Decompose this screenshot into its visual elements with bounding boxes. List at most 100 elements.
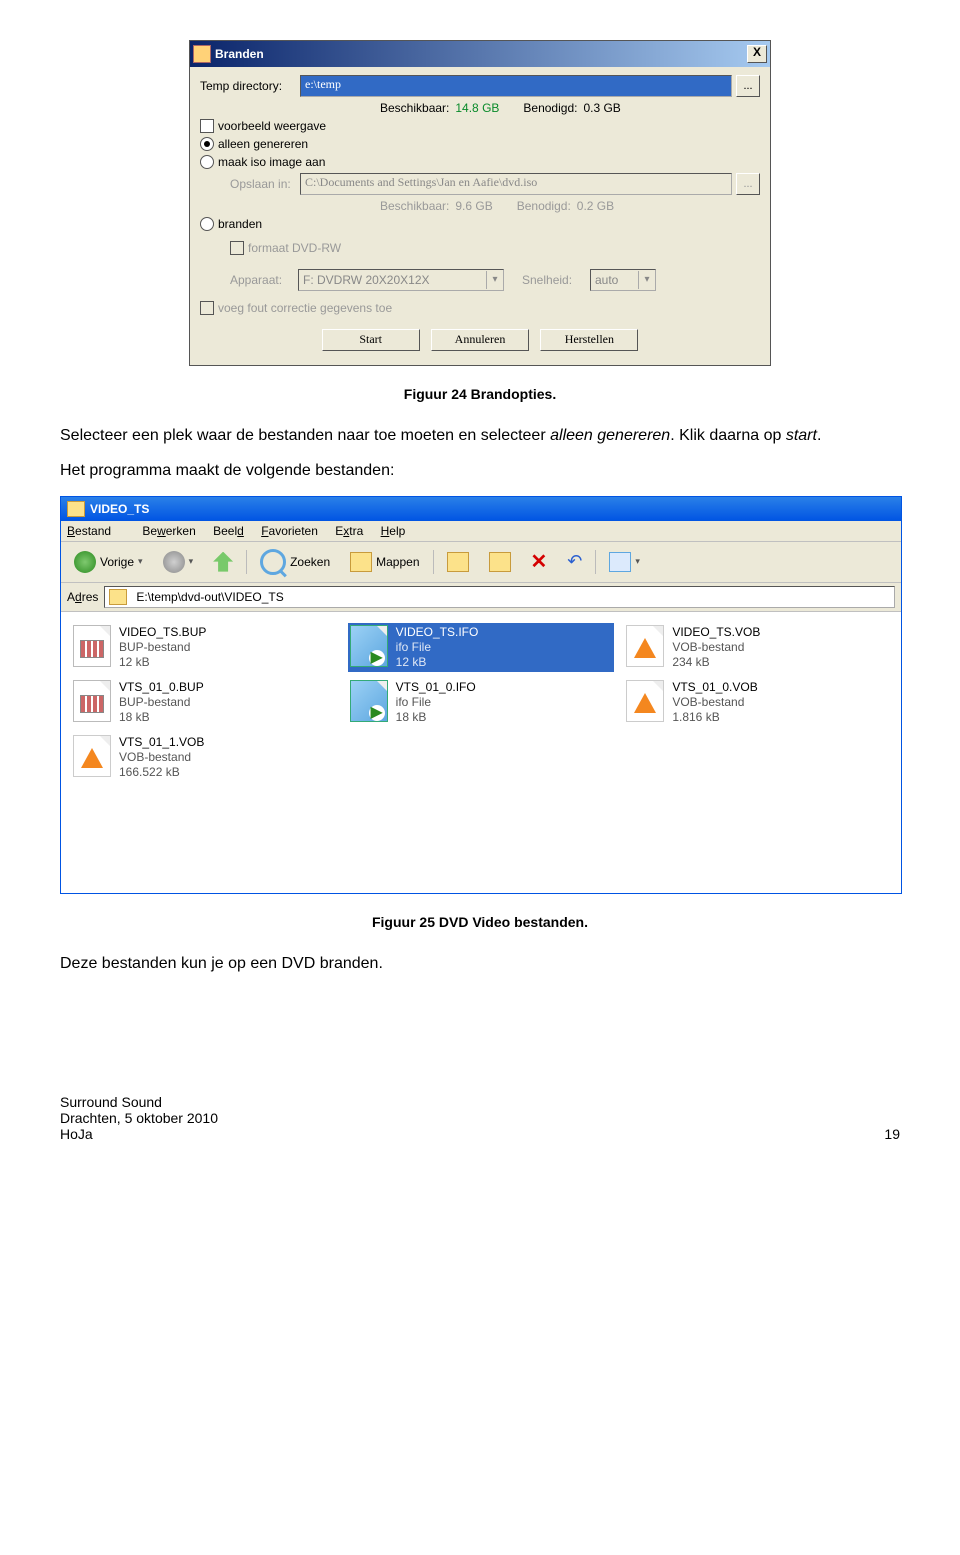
menu-extra[interactable]: Extra: [335, 524, 363, 538]
chevron-down-icon: ▾: [189, 556, 194, 567]
paragraph-1: Selecteer een plek waar de bestanden naa…: [60, 426, 900, 447]
temp-dir-input[interactable]: e:\temp: [300, 75, 732, 97]
file-type: VOB-bestand: [119, 750, 204, 765]
menu-favorites[interactable]: Favorieten: [261, 524, 318, 538]
format-dvdrw-checkbox: [230, 241, 244, 255]
close-button[interactable]: X: [747, 45, 767, 63]
chevron-down-icon: ▾: [138, 556, 143, 567]
make-iso-label: maak iso image aan: [218, 155, 325, 169]
file-item[interactable]: VTS_01_1.VOBVOB-bestand166.522 kB: [71, 733, 338, 782]
file-size: 18 kB: [396, 710, 476, 725]
addressbar: Adres E:\temp\dvd-out\VIDEO_TS: [61, 583, 901, 612]
file-type: VOB-bestand: [672, 695, 757, 710]
views-button[interactable]: ▾: [602, 549, 647, 575]
file-name: VIDEO_TS.BUP: [119, 625, 206, 640]
file-size: 1.816 kB: [672, 710, 757, 725]
explorer-window: VIDEO_TS Bestanddocument.currentScript.p…: [60, 496, 902, 894]
toolbar-separator: [595, 550, 596, 574]
save-in-label: Opslaan in:: [230, 177, 300, 191]
figure-caption-24: Figuur 24 Brandopties.: [60, 386, 900, 402]
menu-file[interactable]: Bestanddocument.currentScript.previousEl…: [67, 524, 125, 538]
speed-value: auto: [595, 273, 618, 287]
file-name: VTS_01_0.IFO: [396, 680, 476, 695]
required-value: 0.3 GB: [583, 101, 620, 115]
menu-help[interactable]: Help: [381, 524, 406, 538]
make-iso-radio[interactable]: [200, 155, 214, 169]
menubar: Bestanddocument.currentScript.previousEl…: [61, 521, 901, 542]
ecc-label: voeg fout correctie gegevens toe: [218, 301, 392, 315]
folders-icon: [350, 552, 372, 572]
search-button[interactable]: Zoeken: [253, 546, 337, 578]
forward-icon: [163, 551, 185, 573]
explorer-title: VIDEO_TS: [90, 502, 149, 516]
bup-file-icon: [73, 625, 111, 667]
chevron-down-icon: ▾: [635, 556, 640, 567]
preview-checkbox[interactable]: [200, 119, 214, 133]
generate-only-radio[interactable]: [200, 137, 214, 151]
vob-file-icon: [626, 625, 664, 667]
file-type: BUP-bestand: [119, 640, 206, 655]
burn-options-dialog: Branden X Temp directory: e:\temp ... Be…: [189, 40, 771, 366]
menu-edit[interactable]: Bewerken: [142, 524, 195, 538]
format-dvdrw-label: formaat DVD-RW: [248, 241, 341, 255]
folder-copy-icon: [489, 552, 511, 572]
bup-file-icon: [73, 680, 111, 722]
delete-button[interactable]: ✕: [524, 546, 555, 577]
folder-icon: [67, 501, 85, 517]
menu-view[interactable]: Beeld: [213, 524, 244, 538]
file-item[interactable]: VTS_01_0.IFOifo File18 kB: [348, 678, 615, 727]
paragraph-2: Het programma maakt de volgende bestande…: [60, 461, 900, 482]
back-button[interactable]: Vorige ▾: [67, 548, 150, 576]
explorer-titlebar[interactable]: VIDEO_TS: [61, 497, 901, 521]
app-icon: [193, 45, 211, 63]
forward-button[interactable]: ▾: [156, 548, 201, 576]
file-size: 12 kB: [119, 655, 206, 670]
required2-label: Benodigd:: [517, 199, 571, 213]
file-type: BUP-bestand: [119, 695, 204, 710]
available-value: 14.8 GB: [455, 101, 499, 115]
temp-dir-browse-button[interactable]: ...: [736, 75, 760, 97]
file-name: VTS_01_0.VOB: [672, 680, 757, 695]
file-name: VIDEO_TS.IFO: [396, 625, 479, 640]
device-label: Apparaat:: [230, 273, 290, 287]
vob-file-icon: [626, 680, 664, 722]
file-type: ifo File: [396, 695, 476, 710]
chevron-down-icon: ▾: [486, 271, 503, 289]
folder-move-icon: [447, 552, 469, 572]
folders-button[interactable]: Mappen: [343, 549, 426, 575]
file-type: ifo File: [396, 640, 479, 655]
footer-line3: HoJa: [60, 1126, 218, 1142]
move-to-button[interactable]: [440, 549, 476, 575]
required2-value: 0.2 GB: [577, 199, 614, 213]
device-combo: F: DVDRW 20X20X12X ▾: [298, 269, 504, 291]
reset-button[interactable]: Herstellen: [540, 329, 638, 351]
file-item[interactable]: VIDEO_TS.IFOifo File12 kB: [348, 623, 615, 672]
burn-label: branden: [218, 217, 262, 231]
file-name: VTS_01_1.VOB: [119, 735, 204, 750]
file-item[interactable]: VTS_01_0.VOBVOB-bestand1.816 kB: [624, 678, 891, 727]
page-number: 19: [884, 1126, 900, 1142]
available2-label: Beschikbaar:: [380, 199, 449, 213]
toolbar-separator: [433, 550, 434, 574]
undo-icon: ↶: [567, 551, 582, 572]
file-item[interactable]: VIDEO_TS.BUPBUP-bestand12 kB: [71, 623, 338, 672]
copy-to-button[interactable]: [482, 549, 518, 575]
start-button[interactable]: Start: [322, 329, 420, 351]
footer-line2: Drachten, 5 oktober 2010: [60, 1110, 218, 1126]
ifo-file-icon: [350, 680, 388, 722]
files-area[interactable]: VIDEO_TS.BUPBUP-bestand12 kBVIDEO_TS.IFO…: [61, 612, 901, 893]
up-icon: [213, 552, 233, 572]
file-item[interactable]: VTS_01_0.BUPBUP-bestand18 kB: [71, 678, 338, 727]
file-size: 12 kB: [396, 655, 479, 670]
address-input[interactable]: E:\temp\dvd-out\VIDEO_TS: [104, 586, 895, 608]
burn-radio[interactable]: [200, 217, 214, 231]
search-icon: [260, 549, 286, 575]
cancel-button[interactable]: Annuleren: [431, 329, 529, 351]
up-button[interactable]: [206, 549, 240, 575]
delete-icon: ✕: [531, 549, 548, 574]
speed-combo: auto ▾: [590, 269, 656, 291]
figure-caption-25: Figuur 25 DVD Video bestanden.: [60, 914, 900, 930]
undo-button[interactable]: ↶: [560, 548, 589, 575]
file-item[interactable]: VIDEO_TS.VOBVOB-bestand234 kB: [624, 623, 891, 672]
dialog-titlebar[interactable]: Branden X: [190, 41, 770, 67]
